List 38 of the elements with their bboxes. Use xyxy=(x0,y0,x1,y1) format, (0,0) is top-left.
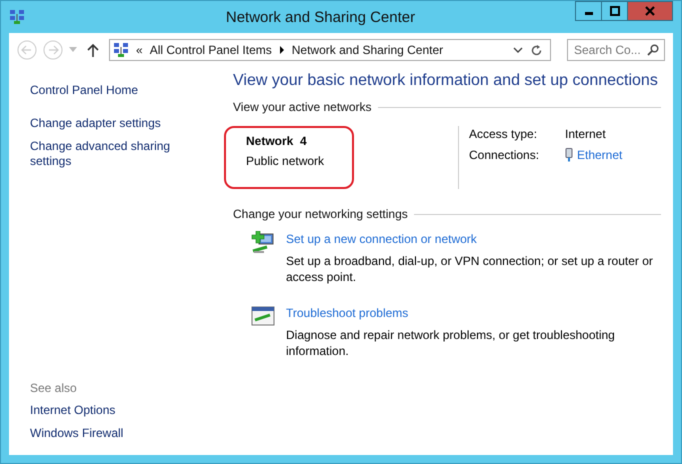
close-button[interactable] xyxy=(627,1,673,21)
see-also-title: See also xyxy=(30,381,78,395)
section-title: View your active networks xyxy=(233,100,372,114)
chevron-down-icon[interactable] xyxy=(513,47,523,53)
sidebar-link[interactable]: Control Panel Home xyxy=(30,83,180,98)
task-description: Diagnose and repair network problems, or get troubleshooting information. xyxy=(286,327,616,359)
search-field[interactable]: Search Co... xyxy=(567,39,665,61)
search-icon[interactable] xyxy=(647,44,659,56)
see-also-link[interactable]: Windows Firewall xyxy=(30,426,220,441)
maximize-button[interactable] xyxy=(601,1,628,21)
refresh-icon[interactable] xyxy=(530,44,543,56)
breadcrumb-separator-icon[interactable] xyxy=(278,46,285,54)
network-icon xyxy=(9,9,25,25)
address-bar[interactable]: « All Control Panel Items Network and Sharing Center xyxy=(109,39,551,61)
see-also-link[interactable]: Internet Options xyxy=(30,403,220,418)
close-icon xyxy=(645,6,655,16)
task-link[interactable]: Set up a new connection or network xyxy=(286,231,661,247)
maximize-icon xyxy=(610,6,620,16)
window-title: Network and Sharing Center xyxy=(224,8,416,26)
up-arrow-icon[interactable] xyxy=(87,43,99,57)
page-heading: View your basic network information and set up connections xyxy=(233,72,659,90)
task-description: Set up a broadband, dial-up, or VPN connection; or set up a router or access point. xyxy=(286,253,654,285)
network-icon xyxy=(113,42,129,58)
breadcrumb-overflow[interactable]: « xyxy=(136,43,143,57)
sidebar-link[interactable]: Change advanced sharing settings xyxy=(30,139,180,169)
detail-label: Connections: xyxy=(469,148,540,162)
network-name: Network 4 xyxy=(246,134,308,148)
connection-link[interactable]: Ethernet xyxy=(577,148,622,162)
detail-value: Internet xyxy=(565,127,606,141)
detail-label: Access type: xyxy=(469,127,538,141)
sidebar-link[interactable]: Change adapter settings xyxy=(30,116,180,131)
minimize-button[interactable] xyxy=(575,1,602,21)
breadcrumb-item[interactable]: Network and Sharing Center xyxy=(292,43,444,57)
breadcrumb-item[interactable]: All Control Panel Items xyxy=(150,43,272,57)
network-type: Public network xyxy=(246,154,326,168)
ethernet-cable-icon xyxy=(565,148,573,162)
section-title: Change your networking settings xyxy=(233,207,408,221)
task-link[interactable]: Troubleshoot problems xyxy=(286,305,661,321)
